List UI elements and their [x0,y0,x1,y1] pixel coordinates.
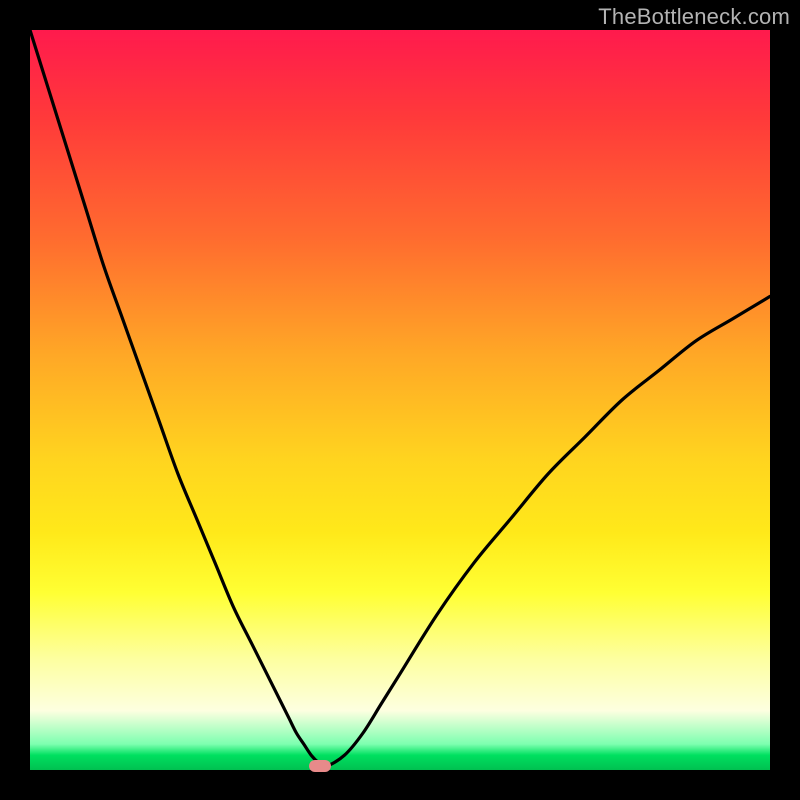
watermark-text: TheBottleneck.com [598,4,790,30]
chart-plot-area [30,30,770,770]
bottleneck-curve [30,30,770,770]
chart-frame: TheBottleneck.com [0,0,800,800]
minimum-marker [309,760,331,772]
